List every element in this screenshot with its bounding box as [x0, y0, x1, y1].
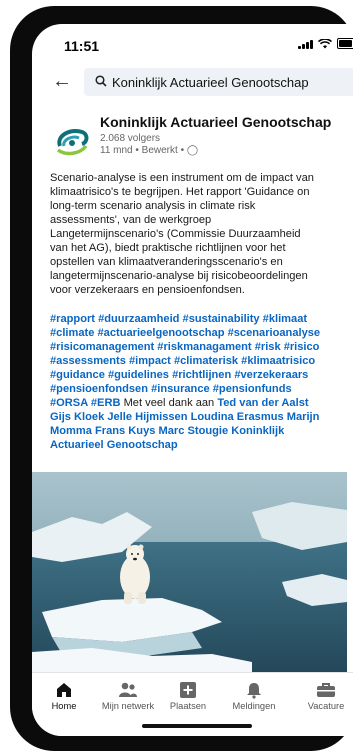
body-line: opstellen van klimaatveranderingsscenari…: [50, 256, 283, 268]
nav-home[interactable]: Home: [32, 679, 96, 711]
hashtag-thanks-line: #ORSA #ERB Met veel dank aan Ted van der…: [50, 396, 353, 410]
followers-count: 2.068 volgers: [100, 133, 161, 144]
plus-box-icon: [156, 679, 220, 701]
hashtag-line[interactable]: #climate #actuarieelgenootschap #scenari…: [50, 326, 353, 340]
mention-line[interactable]: Actuarieel Genootschap: [50, 438, 353, 452]
wifi-icon: [318, 38, 332, 48]
back-arrow-icon[interactable]: ←: [52, 70, 72, 93]
bell-icon: [222, 679, 286, 701]
mention-link[interactable]: Ted van der Aalst: [217, 397, 308, 409]
body-line: assessments', van de werkgroep: [50, 214, 212, 226]
home-indicator: [142, 724, 252, 728]
post-meta-text: 11 mnd • Bewerkt •: [100, 145, 187, 156]
search-query: Koninklijk Actuarieel Genootschap: [112, 74, 309, 90]
thanks-text: Met veel dank aan: [120, 397, 218, 409]
nav-jobs-label: Vacature: [307, 701, 345, 711]
nav-post-label: Plaatsen: [169, 701, 207, 711]
nav-notifications-label: Meldingen: [232, 701, 276, 711]
body-line: klimaatrisico's te begrijpen. Het rappor…: [50, 186, 310, 198]
hashtag-line[interactable]: #rapport #duurzaamheid #sustainability #…: [50, 312, 353, 326]
mention-line[interactable]: Gijs Kloek Jelle Hijmissen Loudina Erasm…: [50, 410, 353, 424]
body-line: van het AG), biedt praktische richtlijne…: [50, 242, 286, 254]
home-icon: [32, 679, 96, 701]
globe-icon: ◯: [186, 145, 199, 156]
nav-notifications[interactable]: Meldingen: [222, 679, 286, 711]
hashtag-line[interactable]: #pensioenfondsen #insurance #pensionfund…: [50, 382, 353, 396]
hashtag-line[interactable]: #guidance #guidelines #richtlijnen #verz…: [50, 368, 353, 382]
org-logo[interactable]: [52, 122, 92, 162]
nav-post[interactable]: Plaatsen: [156, 679, 220, 711]
briefcase-icon: [294, 679, 353, 701]
status-icons: [298, 38, 353, 49]
body-line: long-term scenario analysis in climate r…: [50, 200, 256, 212]
org-name[interactable]: Koninklijk Actuarieel Genootschap: [100, 114, 331, 130]
post-header: Koninklijk Actuarieel Genootschap 2.068 …: [52, 114, 353, 164]
hashtag-link[interactable]: #ORSA #ERB: [50, 397, 120, 409]
nav-jobs[interactable]: Vacature: [294, 679, 353, 711]
post-hashtags: #rapport #duurzaamheid #sustainability #…: [50, 312, 353, 452]
body-line: langetermijnscenario-analyse bij risicob…: [50, 270, 308, 282]
post-meta: 11 mnd • Bewerkt • ◯: [100, 145, 198, 156]
body-line: Langetermijnscenario's (Commissie Duurza…: [50, 228, 301, 240]
search-icon: [90, 74, 112, 90]
status-time: 11:51: [64, 38, 100, 54]
nav-home-label: Home: [51, 701, 77, 711]
status-bar: 11:51: [32, 24, 353, 64]
hashtag-line[interactable]: #assessments #impact #climaterisk #klima…: [50, 354, 353, 368]
signal-icon: [298, 39, 313, 49]
search-row: ← Koninklijk Actuarieel Genootschap: [32, 66, 353, 102]
hashtag-line[interactable]: #risicomanagement #riskmanagament #risk …: [50, 340, 353, 354]
search-input[interactable]: Koninklijk Actuarieel Genootschap: [84, 68, 353, 96]
phone-frame: 11:51 ← Koninklijk Actuarieel Genootscha…: [10, 6, 353, 751]
network-icon: [96, 679, 160, 701]
body-line: Scenario-analyse is een instrument om de…: [50, 172, 314, 184]
post-image[interactable]: [32, 472, 347, 672]
post-body: Scenario-analyse is een instrument om de…: [50, 171, 353, 297]
battery-icon: [337, 38, 353, 49]
nav-network-label: Mijn netwerk: [101, 701, 155, 711]
body-line: voor verzekeraars en pensioenfondsen.: [50, 284, 245, 296]
nav-network[interactable]: Mijn netwerk: [96, 679, 160, 711]
mention-line[interactable]: Momma Frans Kuys Marc Stougie Koninklijk: [50, 424, 353, 438]
screen: 11:51 ← Koninklijk Actuarieel Genootscha…: [32, 24, 353, 736]
